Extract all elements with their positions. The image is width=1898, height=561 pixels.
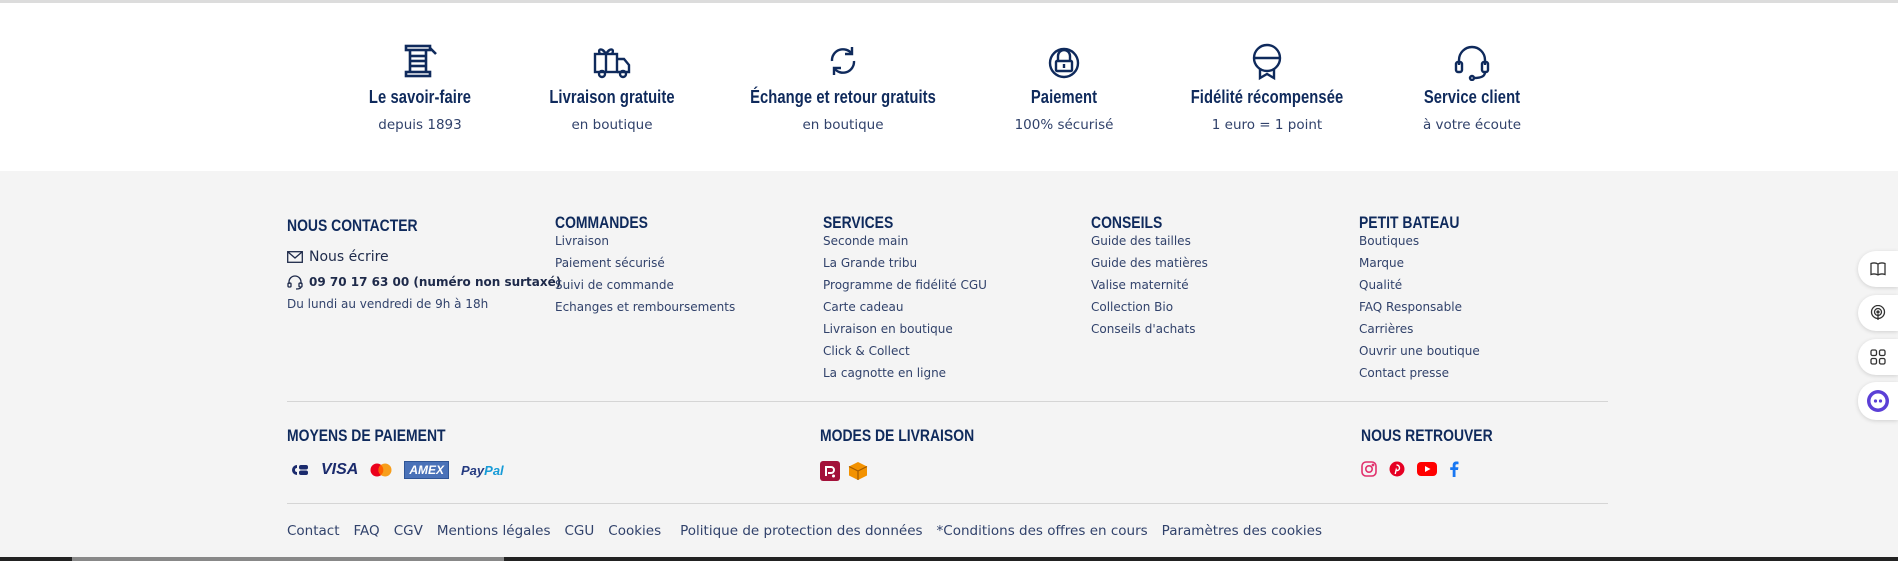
reassurance-service: Service client à votre écoute: [1352, 41, 1592, 133]
taskbar-segment: [72, 557, 504, 561]
commandes-link[interactable]: Suivi de commande: [555, 274, 735, 296]
facebook-icon[interactable]: [1449, 461, 1459, 477]
colissimo-box-icon: [848, 461, 868, 485]
legal-link-cgv[interactable]: CGV: [394, 523, 423, 539]
paypal-logo-part: Pay: [461, 462, 485, 478]
reassurance-bar: Le savoir-faire depuis 1893 Livraison gr…: [0, 3, 1898, 171]
footer-divider: [287, 401, 1608, 402]
reassurance-subtitle: en boutique: [802, 117, 884, 133]
headset-small-icon: [287, 275, 303, 290]
paypal-logo: Pay Pal: [461, 463, 504, 478]
legal-link-cgu[interactable]: CGU: [565, 523, 595, 539]
reassurance-title: Paiement: [1030, 87, 1098, 107]
petit-bateau-link[interactable]: Boutiques: [1359, 230, 1480, 252]
reassurance-fidelite: Fidélité récompensée 1 euro = 1 point: [1147, 41, 1387, 133]
medal-icon: [1252, 43, 1282, 81]
services-link[interactable]: Click & Collect: [823, 340, 987, 362]
social-title: NOUS RETROUVER: [1361, 426, 1493, 445]
visa-logo: VISA: [321, 461, 359, 478]
payment-methods: VISA AMEX Pay Pal: [287, 461, 516, 479]
grid-icon: [1870, 349, 1886, 365]
services-link[interactable]: Seconde main: [823, 230, 987, 252]
social-links: [1361, 461, 1471, 477]
pinterest-icon[interactable]: [1389, 461, 1405, 477]
paypal-logo-part: Pal: [484, 462, 504, 478]
services-link[interactable]: La Grande tribu: [823, 252, 987, 274]
reassurance-title: Service client: [1423, 87, 1521, 107]
petit-bateau-list: Boutiques Marque Qualité FAQ Responsable…: [1359, 230, 1480, 384]
services-link[interactable]: Programme de fidélité CGU: [823, 274, 987, 296]
petit-bateau-link[interactable]: FAQ Responsable: [1359, 296, 1480, 318]
legal-link-privacy[interactable]: Politique de protection des données: [680, 523, 922, 539]
petit-bateau-link[interactable]: Contact presse: [1359, 362, 1480, 384]
contact-hours: Du lundi au vendredi de 9h à 18h: [287, 297, 489, 311]
legal-link-faq[interactable]: FAQ: [354, 523, 380, 539]
relay-icon: [820, 461, 840, 485]
write-us-link[interactable]: Nous écrire: [287, 249, 389, 265]
legal-links: Contact FAQ CGV Mentions légales CGU Coo…: [287, 523, 1336, 539]
reassurance-title: Échange et retour gratuits: [750, 87, 936, 107]
services-link[interactable]: Carte cadeau: [823, 296, 987, 318]
youtube-icon[interactable]: [1417, 462, 1437, 476]
apps-button[interactable]: [1858, 339, 1898, 375]
conseils-link[interactable]: Conseils d'achats: [1091, 318, 1208, 340]
spool-icon: [404, 44, 437, 78]
legal-link-cookie-settings[interactable]: Paramètres des cookies: [1162, 523, 1322, 539]
cb-card-icon: [287, 464, 309, 476]
phone-number: 09 70 17 63 00 (numéro non surtaxé): [309, 275, 562, 289]
podcast-icon: [1870, 305, 1886, 320]
petit-bateau-link[interactable]: Marque: [1359, 252, 1480, 274]
payment-title: MOYENS DE PAIEMENT: [287, 426, 446, 445]
assistant-button[interactable]: [1858, 382, 1898, 420]
refresh-icon: [830, 47, 856, 75]
commandes-link[interactable]: Livraison: [555, 230, 735, 252]
conseils-link[interactable]: Valise maternité: [1091, 274, 1208, 296]
headset-icon: [1454, 45, 1490, 81]
book-icon: [1870, 262, 1886, 276]
commandes-link[interactable]: Echanges et remboursements: [555, 296, 735, 318]
gift-truck-icon: [593, 48, 631, 79]
shipping-title: MODES DE LIVRAISON: [820, 426, 975, 445]
reassurance-title: Le savoir-faire: [368, 87, 472, 107]
legal-link-offers[interactable]: *Conditions des offres en cours: [937, 523, 1148, 539]
reassurance-echange: Échange et retour gratuits en boutique: [723, 41, 963, 133]
reassurance-subtitle: à votre écoute: [1422, 117, 1522, 133]
services-link[interactable]: Livraison en boutique: [823, 318, 987, 340]
conseils-link[interactable]: Collection Bio: [1091, 296, 1208, 318]
contact-title: NOUS CONTACTER: [287, 216, 418, 235]
mastercard-icon: [370, 463, 392, 477]
footer: NOUS CONTACTER Nous écrire 09 70 17 63 0…: [0, 171, 1898, 561]
lock-icon: [1048, 47, 1080, 79]
amex-logo: AMEX: [404, 461, 450, 479]
taskbar-strip: [0, 557, 1898, 561]
reader-button[interactable]: [1858, 251, 1898, 287]
reassurance-subtitle: 1 euro = 1 point: [1211, 117, 1323, 133]
write-us-label: Nous écrire: [309, 249, 389, 265]
commandes-list: Livraison Paiement sécurisé Suivi de com…: [555, 230, 735, 318]
reassurance-title: Livraison gratuite: [549, 87, 675, 107]
services-link[interactable]: La cagnotte en ligne: [823, 362, 987, 384]
reassurance-subtitle: en boutique: [571, 117, 653, 133]
services-list: Seconde main La Grande tribu Programme d…: [823, 230, 987, 384]
commandes-link[interactable]: Paiement sécurisé: [555, 252, 735, 274]
mail-icon: [287, 251, 303, 263]
broadcast-button[interactable]: [1858, 295, 1898, 331]
phone-link[interactable]: 09 70 17 63 00 (numéro non surtaxé): [287, 274, 561, 290]
reassurance-title: Fidélité récompensée: [1190, 87, 1344, 107]
footer-divider: [287, 503, 1608, 504]
assistant-icon: [1867, 390, 1889, 412]
legal-link-contact[interactable]: Contact: [287, 523, 340, 539]
conseils-list: Guide des tailles Guide des matières Val…: [1091, 230, 1208, 340]
petit-bateau-link[interactable]: Ouvrir une boutique: [1359, 340, 1480, 362]
reassurance-livraison: Livraison gratuite en boutique: [492, 41, 732, 133]
petit-bateau-link[interactable]: Carrières: [1359, 318, 1480, 340]
legal-link-mentions[interactable]: Mentions légales: [437, 523, 551, 539]
shipping-methods: [820, 461, 876, 485]
petit-bateau-link[interactable]: Qualité: [1359, 274, 1480, 296]
conseils-link[interactable]: Guide des tailles: [1091, 230, 1208, 252]
instagram-icon[interactable]: [1361, 461, 1377, 477]
legal-link-cookies[interactable]: Cookies: [608, 523, 661, 539]
conseils-link[interactable]: Guide des matières: [1091, 252, 1208, 274]
